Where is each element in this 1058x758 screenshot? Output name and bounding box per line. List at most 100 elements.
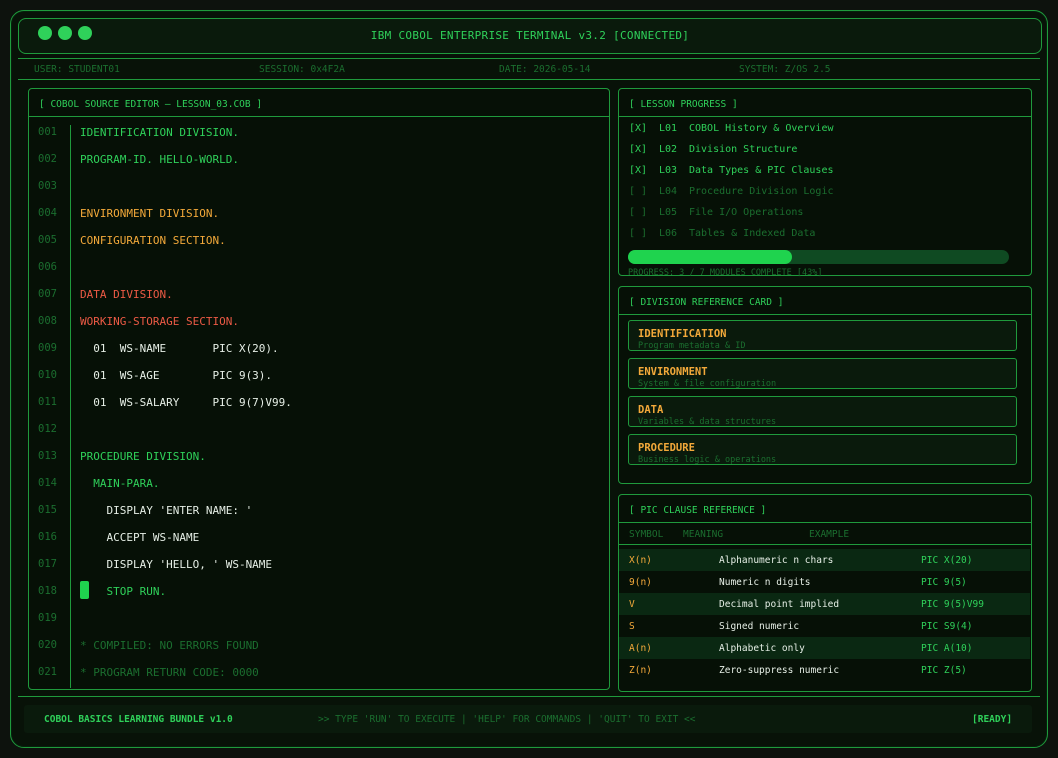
code-line[interactable]: 001 IDENTIFICATION DIVISION. — [29, 117, 609, 144]
division-description: System & file configuration — [638, 379, 777, 389]
lesson-id: L01 — [659, 123, 678, 134]
code-text[interactable]: CONFIGURATION SECTION. — [80, 234, 226, 247]
code-line[interactable]: 003 — [29, 171, 609, 198]
division-description: Program metadata & ID — [638, 341, 746, 351]
pic-table-row: S Signed numeric PIC S9(4) — [619, 615, 1030, 637]
code-line[interactable]: 014 MAIN-PARA. — [29, 468, 609, 495]
pic-clause-divider — [619, 522, 1031, 523]
line-number: 009 — [38, 342, 57, 354]
pic-table-row: 9(n) Numeric n digits PIC 9(5) — [619, 571, 1030, 593]
bundle-label: COBOL BASICS LEARNING BUNDLE v1.0 — [44, 714, 233, 725]
division-card-procedure[interactable]: PROCEDURE Business logic & operations — [628, 434, 1017, 465]
code-line[interactable]: 012 — [29, 414, 609, 441]
lesson-item[interactable]: [ ] L04 Procedure Division Logic — [629, 186, 834, 197]
pic-table-row: X(n) Alphanumeric n chars PIC X(20) — [619, 549, 1030, 571]
lesson-progress-title: [ LESSON PROGRESS ] — [629, 99, 738, 110]
lesson-item[interactable]: [X] L01 COBOL History & Overview — [629, 123, 834, 134]
code-line[interactable]: 021 * PROGRAM RETURN CODE: 0000 — [29, 657, 609, 684]
line-number: 019 — [38, 612, 57, 624]
pic-cell-meaning: Signed numeric — [719, 621, 800, 632]
code-text[interactable]: * COMPILED: NO ERRORS FOUND — [80, 639, 259, 652]
code-text[interactable]: * PROGRAM RETURN CODE: 0000 — [80, 666, 259, 679]
pic-header-divider — [619, 544, 1031, 545]
code-line[interactable]: 006 — [29, 252, 609, 279]
lesson-checkbox[interactable]: [ ] — [629, 186, 659, 197]
pic-cell-example: PIC Z(5) — [921, 665, 967, 676]
line-number: 007 — [38, 288, 57, 300]
lesson-item[interactable]: [X] L03 Data Types & PIC Clauses — [629, 165, 834, 176]
code-text[interactable]: DISPLAY 'HELLO, ' WS-NAME — [80, 558, 272, 571]
code-text[interactable]: ACCEPT WS-NAME — [80, 531, 199, 544]
command-hint: >> TYPE 'RUN' TO EXECUTE | 'HELP' FOR CO… — [318, 714, 696, 725]
pic-cell-symbol: X(n) — [629, 555, 652, 566]
line-number: 010 — [38, 369, 57, 381]
code-line[interactable]: 020 * COMPILED: NO ERRORS FOUND — [29, 630, 609, 657]
line-number: 003 — [38, 180, 57, 192]
code-text[interactable]: WORKING-STORAGE SECTION. — [80, 315, 239, 328]
pic-cell-meaning: Decimal point implied — [719, 599, 840, 610]
lesson-item[interactable]: [ ] L06 Tables & Indexed Data — [629, 228, 815, 239]
lesson-id: L06 — [659, 228, 678, 239]
code-text[interactable]: MAIN-PARA. — [80, 477, 159, 490]
division-card-identification[interactable]: IDENTIFICATION Program metadata & ID — [628, 320, 1017, 351]
line-number: 011 — [38, 396, 57, 408]
code-line[interactable]: 015 DISPLAY 'ENTER NAME: ' — [29, 495, 609, 522]
code-text[interactable]: PROGRAM-ID. HELLO-WORLD. — [80, 153, 239, 166]
lesson-item[interactable]: [X] L02 Division Structure — [629, 144, 797, 155]
code-text[interactable]: PROCEDURE DIVISION. — [80, 450, 206, 463]
code-line[interactable]: 007 DATA DIVISION. — [29, 279, 609, 306]
code-text[interactable]: DISPLAY 'ENTER NAME: ' — [80, 504, 252, 517]
division-reference-panel: [ DIVISION REFERENCE CARD ] IDENTIFICATI… — [618, 286, 1032, 484]
code-line[interactable]: 008 WORKING-STORAGE SECTION. — [29, 306, 609, 333]
lesson-id: L02 — [659, 144, 678, 155]
editor-title: [ COBOL SOURCE EDITOR — LESSON_03.COB ] — [39, 99, 263, 110]
code-text[interactable]: IDENTIFICATION DIVISION. — [80, 126, 239, 139]
code-text[interactable]: 01 WS-NAME PIC X(20). — [80, 342, 278, 355]
lesson-checkbox[interactable]: [X] — [629, 165, 659, 176]
code-text[interactable]: 01 WS-SALARY PIC 9(7)V99. — [80, 396, 292, 409]
code-line[interactable]: 002 PROGRAM-ID. HELLO-WORLD. — [29, 144, 609, 171]
division-reference-divider — [619, 314, 1031, 315]
progress-bar-fill — [628, 250, 792, 264]
pic-cell-symbol: Z(n) — [629, 665, 652, 676]
line-number: 006 — [38, 261, 57, 273]
lesson-name: Data Types & PIC Clauses — [689, 165, 834, 176]
window-title: IBM COBOL ENTERPRISE TERMINAL v3.2 [CONN… — [370, 29, 690, 42]
lesson-checkbox[interactable]: [X] — [629, 123, 659, 134]
pic-cell-example: PIC 9(5) — [921, 577, 967, 588]
code-line[interactable]: 005 CONFIGURATION SECTION. — [29, 225, 609, 252]
code-line[interactable]: 009 01 WS-NAME PIC X(20). — [29, 333, 609, 360]
division-card-data[interactable]: DATA Variables & data structures — [628, 396, 1017, 427]
pic-cell-example: PIC A(10) — [921, 643, 973, 654]
code-text[interactable]: ENVIRONMENT DIVISION. — [80, 207, 219, 220]
code-line[interactable]: 011 01 WS-SALARY PIC 9(7)V99. — [29, 387, 609, 414]
lesson-item[interactable]: [ ] L05 File I/O Operations — [629, 207, 803, 218]
code-line[interactable]: 013 PROCEDURE DIVISION. — [29, 441, 609, 468]
code-line[interactable]: 017 DISPLAY 'HELLO, ' WS-NAME — [29, 549, 609, 576]
status-user: USER: STUDENT01 — [34, 64, 120, 75]
lesson-id: L04 — [659, 186, 678, 197]
line-number: 012 — [38, 423, 57, 435]
code-line[interactable]: 018 STOP RUN. — [29, 576, 609, 603]
source-editor-panel[interactable]: [ COBOL SOURCE EDITOR — LESSON_03.COB ] … — [28, 88, 610, 690]
pic-header-symbol: SYMBOL — [629, 529, 664, 540]
lesson-checkbox[interactable]: [ ] — [629, 228, 659, 239]
code-text[interactable]: STOP RUN. — [80, 585, 166, 598]
division-description: Variables & data structures — [638, 417, 777, 427]
lesson-checkbox[interactable]: [X] — [629, 144, 659, 155]
pic-clause-title: [ PIC CLAUSE REFERENCE ] — [629, 505, 767, 516]
code-line[interactable]: 004 ENVIRONMENT DIVISION. — [29, 198, 609, 225]
lesson-checkbox[interactable]: [ ] — [629, 207, 659, 218]
division-reference-title: [ DIVISION REFERENCE CARD ] — [629, 297, 784, 308]
division-card-environment[interactable]: ENVIRONMENT System & file configuration — [628, 358, 1017, 389]
code-line[interactable]: 010 01 WS-AGE PIC 9(3). — [29, 360, 609, 387]
code-text[interactable]: DATA DIVISION. — [80, 288, 173, 301]
code-line[interactable]: 016 ACCEPT WS-NAME — [29, 522, 609, 549]
code-line[interactable]: 019 — [29, 603, 609, 630]
line-number: 017 — [38, 558, 57, 570]
pic-cell-meaning: Alphabetic only — [719, 643, 805, 654]
pic-cell-symbol: 9(n) — [629, 577, 652, 588]
code-text[interactable]: 01 WS-AGE PIC 9(3). — [80, 369, 272, 382]
pic-cell-meaning: Alphanumeric n chars — [719, 555, 834, 566]
pic-cell-example: PIC S9(4) — [921, 621, 973, 632]
